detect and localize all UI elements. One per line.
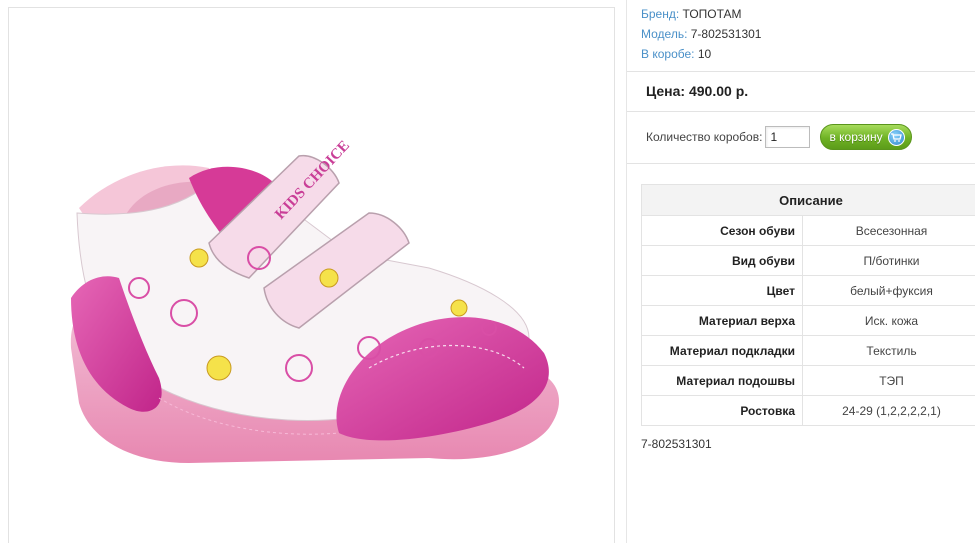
- spec-row: Цвет белый+фуксия: [641, 275, 975, 306]
- spec-row: Материал подкладки Текстиль: [641, 335, 975, 366]
- shoe-illustration: KIDS CHOICE: [70, 138, 560, 463]
- spec-value: Текстиль: [802, 335, 975, 366]
- price: Цена: 490.00 р.: [646, 83, 749, 99]
- qty-input[interactable]: [765, 126, 811, 148]
- box-line: В коробе: 10: [641, 44, 761, 64]
- spec-key: Материал подошвы: [641, 365, 803, 396]
- spec-key: Материал верха: [641, 305, 803, 336]
- spec-key: Цвет: [641, 275, 803, 306]
- model-value: 7-802531301: [690, 27, 762, 41]
- spec-header-row: Описание: [641, 184, 975, 216]
- spec-row: Сезон обуви Всесезонная: [641, 215, 975, 246]
- divider-cart: [627, 163, 975, 164]
- spec-key: Сезон обуви: [641, 215, 803, 246]
- spec-value: 24-29 (1,2,2,2,2,1): [802, 395, 975, 426]
- add-to-cart-button[interactable]: в корзину: [820, 124, 912, 150]
- model-label: Модель:: [641, 27, 688, 41]
- spec-row: Материал верха Иск. кожа: [641, 305, 975, 336]
- spec-row: Вид обуви П/ботинки: [641, 245, 975, 276]
- spec-value: белый+фуксия: [802, 275, 975, 306]
- divider-price: [627, 111, 975, 112]
- spec-row: Ростовка 24-29 (1,2,2,2,2,1): [641, 395, 975, 426]
- add-to-cart-row: Количество коробов: в корзину: [646, 124, 912, 150]
- product-image[interactable]: KIDS CHOICE: [8, 7, 615, 543]
- brand-line: Бренд: ТОПОТАМ: [641, 4, 761, 24]
- box-value: 10: [697, 47, 712, 61]
- model-line: Модель: 7-802531301: [641, 24, 761, 44]
- spec-value: Иск. кожа: [802, 305, 975, 336]
- brand-label: Бренд:: [641, 7, 680, 21]
- spec-key: Вид обуви: [641, 245, 803, 276]
- spec-value: ТЭП: [802, 365, 975, 396]
- brand-value: ТОПОТАМ: [682, 7, 742, 21]
- column-divider: [626, 0, 627, 543]
- spec-value: Всесезонная: [802, 215, 975, 246]
- spec-key: Ростовка: [641, 395, 803, 426]
- spec-key: Материал подкладки: [641, 335, 803, 366]
- model-code-footer: 7-802531301: [641, 437, 712, 451]
- divider-top: [627, 71, 975, 72]
- cart-icon: [887, 128, 905, 146]
- spec-row: Материал подошвы ТЭП: [641, 365, 975, 396]
- spec-table: Описание Сезон обуви Всесезонная Вид обу…: [641, 184, 975, 426]
- box-label: В коробе:: [641, 47, 695, 61]
- qty-label: Количество коробов:: [646, 130, 763, 144]
- spec-header: Описание: [641, 184, 975, 216]
- product-meta: Бренд: ТОПОТАМ Модель: 7-802531301 В кор…: [641, 4, 761, 64]
- spec-value: П/ботинки: [802, 245, 975, 276]
- add-to-cart-label: в корзину: [829, 130, 883, 144]
